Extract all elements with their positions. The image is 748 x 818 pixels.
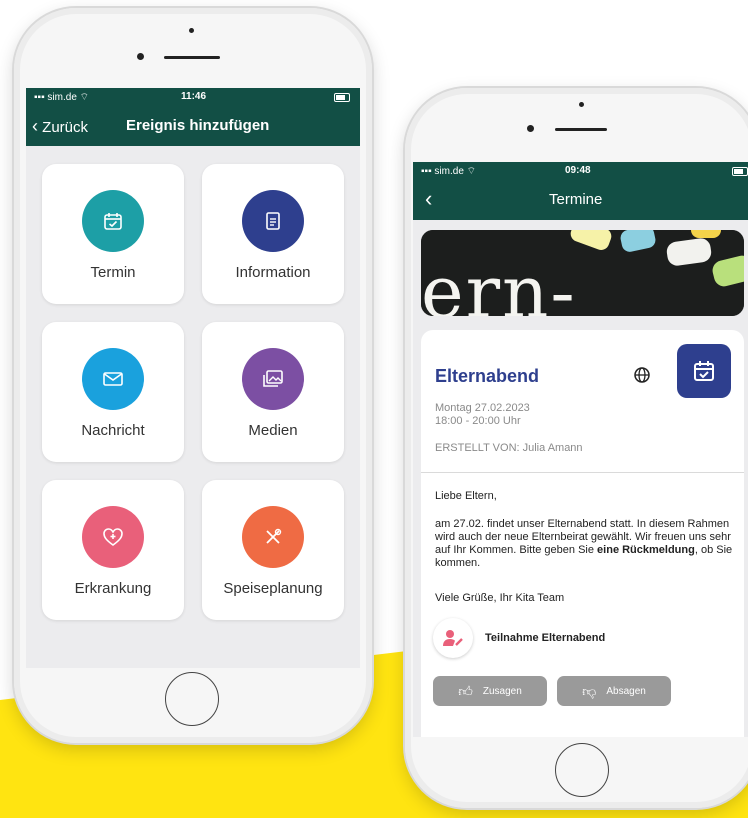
globe-icon[interactable] xyxy=(633,366,651,389)
phone-left: ▪▪▪ sim.de ⌔ 11:46 ‹ Zurück Ereignis hin… xyxy=(14,8,372,743)
event-date: Montag 27.02.2023 xyxy=(435,402,530,414)
event-time: 18:00 - 20:00 Uhr xyxy=(435,415,521,427)
battery-icon xyxy=(732,167,748,176)
nav-bar: ‹ Termine xyxy=(413,180,748,220)
person-edit-icon xyxy=(443,630,463,646)
image-gallery-icon xyxy=(242,348,304,410)
screen-left: ▪▪▪ sim.de ⌔ 11:46 ‹ Zurück Ereignis hin… xyxy=(26,88,360,668)
tile-label: Speiseplanung xyxy=(223,580,323,597)
event-created-by: ERSTELLT VON: Julia Amann xyxy=(435,442,583,454)
event-title: Elternabend xyxy=(435,366,540,386)
wifi-icon: ⌔ xyxy=(79,92,90,103)
phone-sensor xyxy=(189,28,194,33)
banner-chalk-text: ern- xyxy=(421,250,577,316)
rsvp-avatar xyxy=(433,618,473,658)
tile-label: Nachricht xyxy=(81,422,145,439)
heart-plus-icon xyxy=(82,506,144,568)
message-closing: Viele Grüße, Ihr Kita Team xyxy=(435,592,565,604)
back-button[interactable]: ‹ xyxy=(425,186,432,212)
tile-termin[interactable]: Termin xyxy=(42,164,184,304)
home-button[interactable] xyxy=(555,743,609,797)
signal-icon: ▪▪▪ xyxy=(421,166,432,177)
phone-right: ▪▪▪ sim.de ⌔ 09:48 ‹ Termine ern- Eltern… xyxy=(405,88,748,808)
tile-label: Termin xyxy=(90,264,136,281)
event-card: Elternabend Montag 27.02.2023 18:00 - 20… xyxy=(421,330,744,737)
status-bar: ▪▪▪ sim.de ⌔ 11:46 xyxy=(26,88,360,106)
carrier-text: ▪▪▪ sim.de ⌔ xyxy=(34,92,90,103)
phone-camera xyxy=(527,125,534,132)
clock: 11:46 xyxy=(181,91,207,102)
chevron-left-icon: ‹ xyxy=(32,116,38,136)
chevron-left-icon: ‹ xyxy=(425,186,433,211)
envelope-icon xyxy=(82,348,144,410)
phone-camera xyxy=(137,53,144,60)
cutlery-icon xyxy=(242,506,304,568)
accept-button[interactable]: 👍︎ Zusagen xyxy=(433,676,547,706)
screen-right: ▪▪▪ sim.de ⌔ 09:48 ‹ Termine ern- Eltern… xyxy=(413,162,748,737)
tile-label: Information xyxy=(235,264,311,281)
divider xyxy=(421,472,744,473)
nav-title: Ereignis hinzufügen xyxy=(126,117,270,134)
nav-title: Termine xyxy=(549,191,603,208)
clock: 09:48 xyxy=(565,165,591,176)
decline-button[interactable]: 👎︎ Absagen xyxy=(557,676,671,706)
tile-information[interactable]: Information xyxy=(202,164,344,304)
rsvp-title: Teilnahme Elternabend xyxy=(485,632,606,644)
carrier-text: ▪▪▪ sim.de ⌔ xyxy=(421,166,477,177)
calendar-badge-icon xyxy=(677,344,731,398)
signal-icon: ▪▪▪ xyxy=(34,92,45,103)
event-banner-image: ern- xyxy=(421,230,744,316)
document-icon xyxy=(242,190,304,252)
wifi-icon: ⌔ xyxy=(466,166,477,177)
message-body: am 27.02. findet unser Elternabend statt… xyxy=(435,518,733,569)
nav-bar: ‹ Zurück Ereignis hinzufügen xyxy=(26,106,360,146)
home-button[interactable] xyxy=(165,672,219,726)
tile-speiseplanung[interactable]: Speiseplanung xyxy=(202,480,344,620)
back-button[interactable]: ‹ Zurück xyxy=(32,116,88,137)
phone-speaker xyxy=(164,56,220,59)
phone-sensor xyxy=(579,102,584,107)
tile-label: Erkrankung xyxy=(74,580,152,597)
message-greeting: Liebe Eltern, xyxy=(435,490,497,502)
tile-label: Medien xyxy=(248,422,298,439)
calendar-check-icon xyxy=(82,190,144,252)
tile-erkrankung[interactable]: Erkrankung xyxy=(42,480,184,620)
tile-medien[interactable]: Medien xyxy=(202,322,344,462)
phone-speaker xyxy=(555,128,607,131)
thumbs-up-icon: 👍︎ xyxy=(458,682,473,699)
thumbs-down-icon: 👎︎ xyxy=(582,682,597,699)
status-bar: ▪▪▪ sim.de ⌔ 09:48 xyxy=(413,162,748,180)
event-type-grid: Termin Information Nachricht Medien Erkr… xyxy=(26,146,360,668)
tile-nachricht[interactable]: Nachricht xyxy=(42,322,184,462)
battery-icon xyxy=(334,93,350,102)
